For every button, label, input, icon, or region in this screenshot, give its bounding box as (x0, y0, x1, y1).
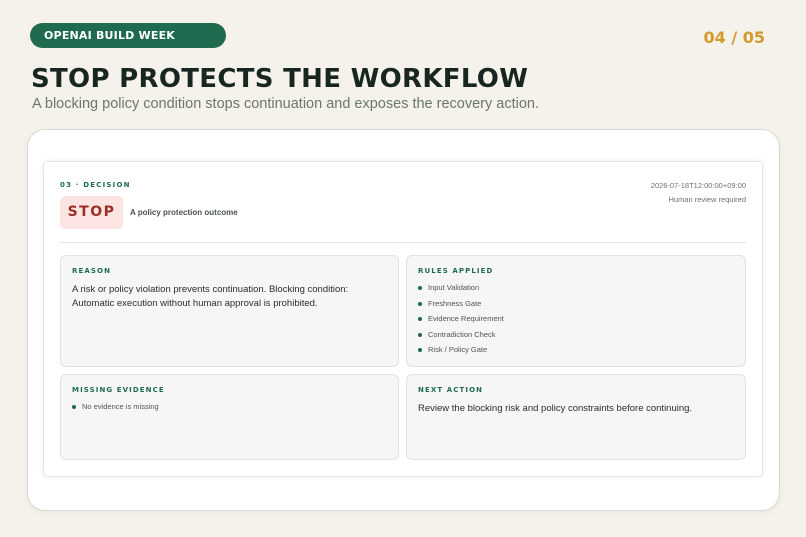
page-indicator: 04 / 05 (703, 28, 765, 47)
list-item: No evidence is missing (72, 402, 159, 418)
bullet-icon (418, 348, 422, 352)
decision-card: 03 · DECISION STOP A policy protection o… (43, 161, 763, 477)
rule-label: Contradiction Check (428, 329, 496, 339)
divider (60, 242, 746, 243)
missing-evidence-list: No evidence is missing (72, 402, 159, 418)
missing-evidence-panel: MISSING EVIDENCE No evidence is missing (60, 374, 399, 460)
review-note: Human review required (668, 195, 746, 204)
next-action-label: NEXT ACTION (418, 386, 484, 394)
bullet-icon (72, 405, 76, 409)
decision-timestamp: 2026-07-18T12:00:00+09:00 (650, 181, 746, 190)
status-badge: STOP (60, 196, 123, 229)
rule-label: Evidence Requirement (428, 314, 504, 323)
rules-list: Input Validation Freshness Gate Evidence… (418, 283, 504, 361)
bullet-icon (418, 317, 422, 321)
decision-eyebrow: 03 · DECISION (60, 181, 131, 189)
rule-label: Input Validation (428, 283, 480, 292)
rule-label: Freshness Gate (428, 298, 482, 308)
next-action-panel: NEXT ACTION Review the blocking risk and… (406, 374, 746, 460)
rule-label: Risk / Policy Gate (428, 345, 488, 354)
rules-panel: RULES APPLIED Input Validation Freshness… (406, 255, 746, 367)
reason-text: A risk or policy violation prevents cont… (72, 284, 349, 309)
decision-outcome: A policy protection outcome (130, 208, 238, 217)
page-subtitle: A blocking policy condition stops contin… (32, 96, 540, 112)
list-item: Risk / Policy Gate (418, 345, 504, 361)
next-action-text: Review the blocking risk and policy cons… (418, 403, 693, 414)
list-item: Input Validation (418, 283, 504, 299)
missing-evidence-label: MISSING EVIDENCE (72, 386, 165, 394)
page-title: STOP PROTECTS THE WORKFLOW (31, 64, 529, 94)
list-item: Freshness Gate (418, 299, 504, 315)
list-item: Contradiction Check (418, 330, 504, 346)
list-item: Evidence Requirement (418, 314, 504, 330)
rules-label: RULES APPLIED (418, 267, 494, 275)
reason-label: REASON (72, 267, 112, 275)
bullet-icon (418, 286, 422, 290)
event-badge: OPENAI BUILD WEEK (30, 23, 226, 48)
missing-evidence-item: No evidence is missing (82, 402, 159, 411)
reason-panel: REASON A risk or policy violation preven… (60, 255, 399, 367)
bullet-icon (418, 332, 422, 337)
bullet-icon (418, 301, 422, 306)
